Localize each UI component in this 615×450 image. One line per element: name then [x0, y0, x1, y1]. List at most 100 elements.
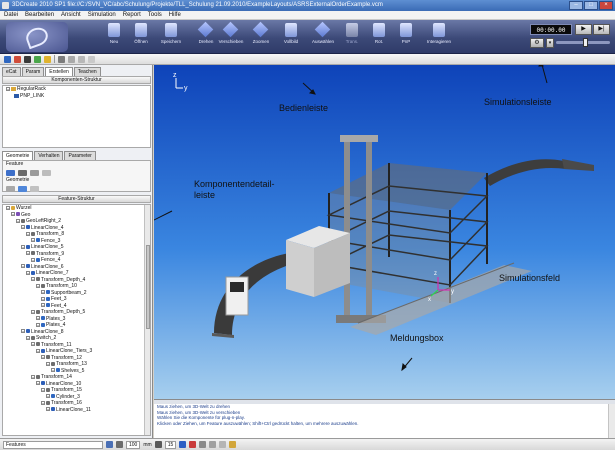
feature-tree-node[interactable]: − LinearClone_11 — [3, 407, 150, 414]
menu-hilfe[interactable]: Hilfe — [169, 11, 181, 19]
menu-tools[interactable]: Tools — [148, 11, 162, 19]
tab-geometrie[interactable]: Geometrie — [2, 151, 34, 160]
snap-icon[interactable] — [14, 55, 21, 63]
tree-toggle-icon[interactable]: − — [51, 368, 55, 373]
geometry-more-icon[interactable] — [30, 185, 39, 192]
tree-toggle-icon[interactable]: − — [41, 303, 45, 308]
zoom-field[interactable]: 100 — [126, 440, 141, 449]
transform-icon[interactable] — [18, 169, 27, 176]
pnp-button[interactable]: PnP — [393, 23, 419, 52]
pan-button[interactable]: Verschieben — [218, 23, 244, 52]
rot-button[interactable]: Rot. — [366, 23, 392, 52]
align-icon[interactable] — [18, 185, 27, 192]
tree-toggle-icon[interactable]: − — [21, 225, 25, 230]
new-button[interactable]: Neu — [101, 23, 127, 52]
fullscreen-button[interactable]: Vollbild — [278, 23, 304, 52]
tree-toggle-icon[interactable]: − — [31, 238, 35, 243]
tab-parameter[interactable]: Parameter — [64, 151, 96, 160]
tree-toggle-icon[interactable]: − — [46, 394, 50, 399]
tree-toggle-icon[interactable]: − — [21, 264, 25, 269]
tree-toggle-icon[interactable]: − — [31, 277, 35, 282]
tree-toggle-icon[interactable]: − — [41, 400, 45, 405]
tree-toggle-icon[interactable]: − — [31, 309, 35, 314]
camera-icon[interactable] — [209, 441, 217, 448]
tree-toggle-icon[interactable]: − — [36, 283, 40, 288]
tab-erstellen[interactable]: Erstellen — [45, 67, 73, 76]
message-box-scrollbar[interactable] — [608, 404, 615, 438]
tree-toggle-icon[interactable]: − — [26, 335, 30, 340]
grid-toggle-icon[interactable] — [154, 441, 162, 448]
tab-param[interactable]: Param — [21, 67, 45, 76]
tree-toggle-icon[interactable]: − — [36, 348, 40, 353]
delete-icon[interactable] — [78, 55, 85, 63]
highlight-icon[interactable] — [44, 55, 51, 63]
tree-toggle-icon[interactable]: − — [41, 290, 45, 295]
measure-icon[interactable] — [34, 55, 41, 63]
tree-toggle-icon[interactable]: − — [11, 212, 15, 217]
speed-slider[interactable] — [556, 38, 610, 47]
zoom-button[interactable]: Zoomen — [248, 23, 274, 52]
tree-toggle-icon[interactable]: − — [26, 270, 30, 275]
menu-ansicht[interactable]: Ansicht — [61, 11, 81, 19]
geometry-tool-icon[interactable] — [6, 185, 15, 192]
tree-toggle-icon[interactable]: − — [36, 316, 40, 321]
tree-toggle-icon[interactable]: − — [41, 387, 45, 392]
grid-field[interactable]: 15 — [164, 440, 177, 449]
sim-settings-button[interactable]: ⚙ — [530, 37, 544, 48]
menu-datei[interactable]: Datei — [4, 11, 18, 19]
feature-more-icon[interactable] — [42, 169, 51, 176]
tab-verhalten[interactable]: Verhalten — [34, 151, 64, 160]
open-button[interactable]: Öffnen — [128, 23, 154, 52]
play-button[interactable]: ▶ — [575, 24, 592, 35]
rotate-button[interactable]: Drehen — [193, 23, 219, 52]
tree-toggle-icon[interactable]: − — [46, 361, 50, 366]
speed-slider-thumb[interactable] — [582, 38, 588, 47]
reset-button[interactable]: ▶| — [593, 24, 610, 35]
tree-toggle-icon[interactable]: − — [26, 231, 30, 236]
menu-simulation[interactable]: Simulation — [88, 11, 116, 19]
snap-mode-icon[interactable] — [116, 441, 123, 448]
link-icon[interactable] — [24, 55, 31, 63]
clone-icon[interactable] — [30, 169, 39, 176]
tree-toggle-icon[interactable]: − — [16, 218, 20, 223]
tree-toggle-icon[interactable]: − — [31, 342, 35, 347]
tree-toggle-icon[interactable]: − — [41, 355, 45, 360]
paste-icon[interactable] — [68, 55, 75, 63]
tree-toggle-icon[interactable]: − — [36, 381, 40, 386]
close-button[interactable]: × — [599, 1, 613, 10]
tree-toggle-icon[interactable]: − — [21, 329, 25, 334]
tree-toggle-icon[interactable]: − — [31, 257, 35, 262]
copy-icon[interactable] — [58, 55, 65, 63]
tree-toggle-icon[interactable]: − — [21, 244, 25, 249]
save-button[interactable]: Speichern — [158, 23, 184, 52]
layer-icon[interactable] — [199, 441, 207, 448]
tab-ecat[interactable]: eCat — [2, 67, 21, 76]
maximize-button[interactable]: □ — [584, 1, 598, 10]
sim-options-dropdown[interactable]: ▾ — [546, 37, 554, 48]
selection-icon[interactable] — [106, 441, 113, 448]
app-logo[interactable] — [6, 22, 68, 52]
menu-bearbeiten[interactable]: Bearbeiten — [25, 11, 54, 19]
simulation-viewport[interactable]: z y z y x Bedienleiste Simulationsleiste… — [154, 65, 615, 399]
add-geometry-icon[interactable] — [6, 169, 15, 176]
grid-icon[interactable] — [4, 55, 11, 63]
tree-toggle-icon[interactable]: − — [26, 251, 30, 256]
select-button[interactable]: Auswählen — [310, 23, 336, 52]
interact-button[interactable]: Interagieren — [423, 23, 455, 52]
menu-report[interactable]: Report — [123, 11, 141, 19]
undo-icon[interactable] — [88, 55, 95, 63]
view-mode-icon[interactable] — [179, 441, 187, 448]
record-icon[interactable] — [189, 441, 197, 448]
tree-toggle-icon[interactable]: − — [36, 322, 40, 327]
tab-teachen[interactable]: Teachen — [73, 67, 101, 76]
tree-item-pnp-link[interactable]: PNP_LINK — [3, 93, 150, 100]
export-icon[interactable] — [229, 441, 237, 448]
tree-toggle-icon[interactable]: − — [6, 205, 10, 210]
tree-item-rack[interactable]: − RegularRack — [3, 86, 150, 93]
minimize-button[interactable]: – — [569, 1, 583, 10]
tree-toggle-icon[interactable]: − — [41, 296, 45, 301]
tree-toggle-icon[interactable]: − — [31, 374, 35, 379]
translate-button[interactable]: Trans. — [339, 23, 365, 52]
light-icon[interactable] — [219, 441, 227, 448]
tree-toggle-icon[interactable]: − — [46, 407, 50, 412]
